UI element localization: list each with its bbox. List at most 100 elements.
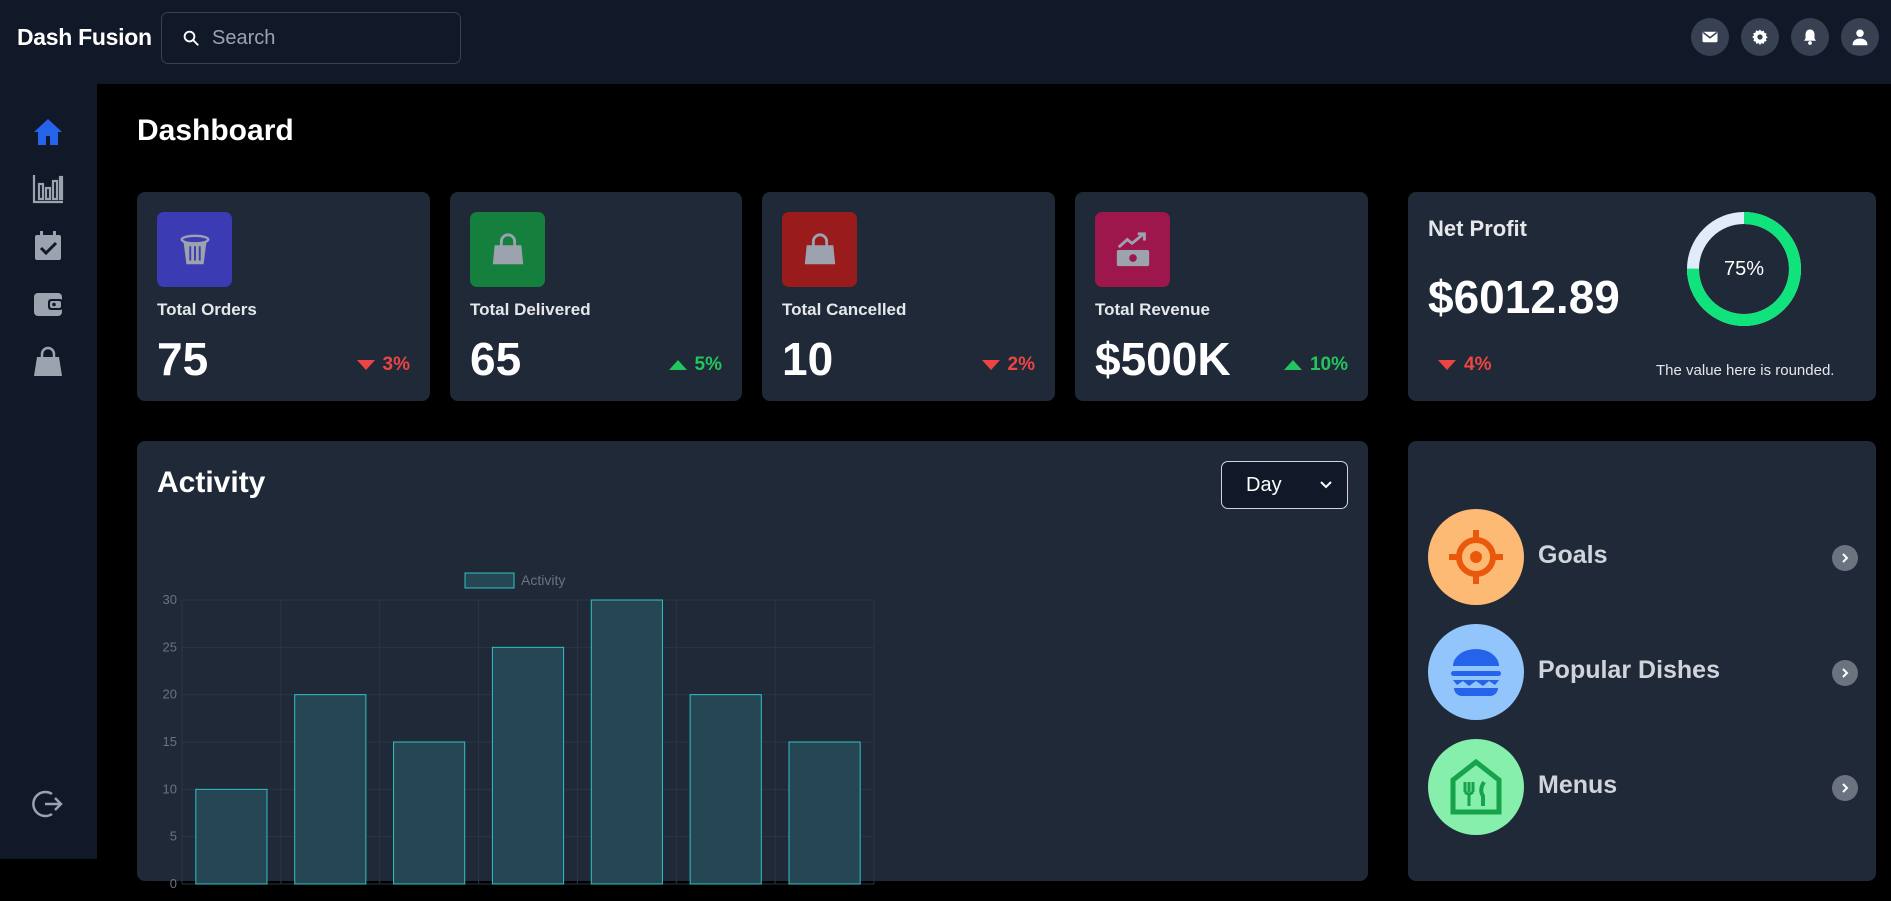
stat-value: 65	[470, 333, 522, 385]
mail-icon	[1702, 31, 1718, 43]
legend-label: Activity	[521, 572, 565, 588]
list-item-goals[interactable]: Goals	[1428, 509, 1858, 605]
wallet-icon	[34, 293, 63, 316]
page-title: Dashboard	[137, 114, 294, 147]
period-select[interactable]: Day	[1221, 461, 1348, 509]
calendar-check-icon	[35, 231, 61, 260]
search-box[interactable]	[161, 12, 461, 64]
home-icon	[34, 119, 62, 145]
list-item-popular-dishes[interactable]: Popular Dishes	[1428, 624, 1858, 720]
list-item-label: Menus	[1538, 771, 1618, 799]
stat-label: Total Cancelled	[782, 300, 907, 319]
chevron-down-icon	[1320, 481, 1332, 489]
stat-trend: 3%	[356, 354, 410, 376]
trend-value: 3%	[382, 354, 410, 375]
trend-down-icon	[981, 360, 1000, 370]
stat-card-total-cancelled: Total Cancelled 10 2%	[762, 192, 1055, 401]
sidebar-item-analytics[interactable]	[28, 168, 68, 208]
bar	[590, 599, 663, 885]
y-tick-label: 20	[163, 687, 177, 702]
stat-value: $500K	[1095, 333, 1231, 385]
trend-up-icon	[668, 360, 687, 370]
logout-icon	[32, 790, 63, 818]
notifications-button[interactable]	[1791, 18, 1829, 56]
stat-label: Total Delivered	[470, 300, 591, 319]
stat-icon-box	[782, 212, 857, 287]
settings-icon	[1752, 29, 1768, 45]
stat-trend: 10%	[1283, 354, 1348, 376]
user-icon	[1852, 29, 1868, 46]
stat-label: Total Revenue	[1095, 300, 1210, 319]
trend-up-icon	[1283, 360, 1302, 370]
list-item-label: Goals	[1538, 541, 1608, 569]
menu-restaurant-icon	[1450, 758, 1502, 815]
donut-percent-label: 75%	[1723, 257, 1765, 280]
net-profit-value: $6012.89	[1428, 271, 1620, 323]
sidebar-item-tasks[interactable]	[28, 226, 68, 266]
bell-icon	[1804, 29, 1816, 45]
quick-links-card: Goals Popular Dishes Menus	[1408, 441, 1876, 881]
bag-icon	[804, 232, 835, 264]
bar	[393, 741, 466, 885]
sidebar-item-shop[interactable]	[28, 342, 68, 382]
brand-logo[interactable]: Dash Fusion	[17, 24, 152, 51]
settings-button[interactable]	[1741, 18, 1779, 56]
activity-card: Activity Day 30 25 20 15 10 5 0 Activity	[137, 441, 1368, 891]
profile-button[interactable]	[1841, 18, 1879, 56]
trend-value: 10%	[1309, 354, 1348, 375]
stat-icon-box	[157, 212, 232, 287]
stat-icon-box	[470, 212, 545, 287]
y-tick-label: 30	[163, 592, 177, 607]
y-tick-label: 25	[163, 639, 177, 654]
y-tick-label: 0	[170, 876, 177, 891]
chevron-right-icon[interactable]	[1832, 775, 1858, 801]
list-item-label: Popular Dishes	[1538, 656, 1720, 684]
money-growth-icon	[1116, 231, 1149, 266]
mail-button[interactable]	[1691, 18, 1729, 56]
stat-label: Total Orders	[157, 300, 257, 319]
goals-icon-circle	[1428, 509, 1524, 605]
trend-down-icon	[1438, 360, 1456, 370]
net-profit-title: Net Profit	[1428, 216, 1527, 241]
stat-value: 10	[782, 333, 834, 385]
activity-title: Activity	[157, 466, 266, 499]
net-profit-note: The value here is rounded.	[1656, 362, 1835, 379]
trend-value: 4%	[1464, 354, 1492, 375]
bar	[195, 788, 268, 885]
stat-icon-box	[1095, 212, 1170, 287]
search-input[interactable]	[212, 26, 432, 50]
stat-card-total-orders: Total Orders 75 3%	[137, 192, 430, 401]
chevron-right-icon[interactable]	[1832, 545, 1858, 571]
trend-value: 2%	[1007, 354, 1035, 375]
burger-icon	[1451, 649, 1501, 696]
bar	[294, 694, 367, 885]
trend-value: 5%	[694, 354, 722, 375]
chevron-right-icon[interactable]	[1832, 660, 1858, 686]
search-icon	[183, 30, 199, 46]
bar	[491, 646, 565, 885]
period-select-value: Day	[1246, 473, 1282, 496]
stat-trend: 5%	[668, 354, 722, 376]
stat-card-total-delivered: Total Delivered 65 5%	[450, 192, 742, 401]
stat-card-total-revenue: Total Revenue $500K 10%	[1075, 192, 1368, 401]
top-bar: Dash Fusion	[0, 0, 1891, 84]
sidebar-item-home[interactable]	[28, 112, 68, 152]
sidebar-item-wallet[interactable]	[28, 284, 68, 324]
activity-chart: 30 25 20 15 10 5 0 Activity	[163, 572, 875, 891]
bag-icon	[492, 232, 523, 264]
trend-down-icon	[356, 360, 375, 370]
menus-icon-circle	[1428, 739, 1524, 835]
y-tick-label: 10	[163, 781, 177, 796]
bar	[788, 741, 861, 885]
shopping-bag-icon	[34, 346, 62, 376]
list-item-menus[interactable]: Menus	[1428, 739, 1858, 835]
y-tick-label: 5	[170, 829, 177, 844]
logout-button[interactable]	[28, 784, 68, 824]
y-tick-label: 15	[163, 734, 177, 749]
stat-value: 75	[157, 333, 209, 385]
net-profit-card: Net Profit $6012.89 4% 75% The value her…	[1408, 192, 1876, 401]
sidebar	[0, 84, 97, 859]
basket-icon	[180, 234, 209, 264]
target-icon	[1449, 530, 1503, 584]
net-profit-trend: 4%	[1438, 354, 1491, 376]
